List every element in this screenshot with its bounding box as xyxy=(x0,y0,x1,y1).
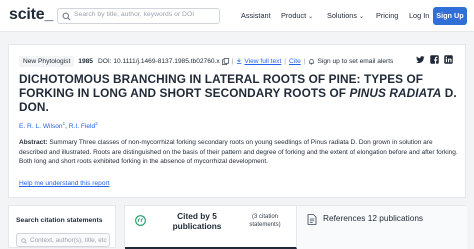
nav-product-label: Product xyxy=(281,11,307,20)
doi: DOI: 10.1111/j.1469-8137.1985.tb02760.x xyxy=(97,57,220,65)
scite-logo[interactable]: scite_ xyxy=(9,6,53,24)
abstract: Abstract: Summary Three classes of non‐m… xyxy=(19,138,459,167)
nav-solutions[interactable]: Solutions ⌄ xyxy=(327,11,364,20)
view-full-text-link[interactable]: View full text xyxy=(244,58,281,65)
nav-product[interactable]: Product ⌄ xyxy=(281,11,313,20)
bell-icon xyxy=(309,58,315,64)
citation-search-panel: Search citation statements Context, auth… xyxy=(8,205,116,248)
nav-login[interactable]: Log In xyxy=(409,11,429,20)
journal-name[interactable]: New Phytologist xyxy=(19,55,75,67)
citation-statements-count: (3 citation statements) xyxy=(249,214,281,228)
cited-by-count: Cited by 5 publications xyxy=(172,211,222,231)
paper-meta-row: New Phytologist 1985 DOI: 10.1111/j.1469… xyxy=(19,55,393,67)
signup-button[interactable]: Sign Up xyxy=(433,7,467,25)
references-count: References 12 publications xyxy=(323,213,424,223)
download-icon xyxy=(237,58,242,64)
paper-card: New Phytologist 1985 DOI: 10.1111/j.1469… xyxy=(8,44,466,198)
nav-solutions-label: Solutions xyxy=(327,11,358,20)
chevron-down-icon: ⌄ xyxy=(359,14,365,20)
linkedin-icon[interactable] xyxy=(444,55,453,64)
search-icon xyxy=(21,237,27,244)
citation-icon xyxy=(135,215,146,226)
nav-assistant[interactable]: Assistant xyxy=(241,11,271,20)
author-link[interactable]: E. R. L. Wilson xyxy=(19,123,63,130)
paper-title-species: PINUS RADIATA xyxy=(349,86,442,100)
citation-search-title: Search citation statements xyxy=(16,217,103,224)
abstract-label: Abstract: xyxy=(19,139,48,146)
abstract-text: Summary Three classes of non‐mycorrhizal… xyxy=(19,139,458,165)
divider: | xyxy=(231,57,234,65)
tab-cited-by[interactable]: Cited by 5 publications (3 citation stat… xyxy=(125,206,297,249)
divider: | xyxy=(303,57,306,65)
paper-title: DICHOTOMOUS BRANCHING IN LATERAL ROOTS O… xyxy=(19,72,459,114)
author-link[interactable]: R.I. Field xyxy=(69,123,95,130)
citation-search-input[interactable]: Context, author(s), title, etc xyxy=(16,233,110,247)
tab-references[interactable]: References 12 publications xyxy=(297,206,467,249)
facebook-icon[interactable] xyxy=(430,55,439,64)
citation-tabs: Cited by 5 publications (3 citation stat… xyxy=(124,205,467,249)
twitter-icon[interactable] xyxy=(416,55,425,64)
search-box[interactable]: Search by title, author, keywords or DOI xyxy=(57,8,220,24)
email-alerts-link[interactable]: Sign up to set email alerts xyxy=(317,58,393,65)
chevron-down-icon: ⌄ xyxy=(308,14,314,20)
document-icon xyxy=(307,214,317,225)
cite-link[interactable]: Cite xyxy=(289,58,301,65)
author-list: E. R. L. Wilson1, R.I. Field2 xyxy=(19,121,98,130)
copy-icon[interactable] xyxy=(221,57,229,65)
help-understand-link[interactable]: Help me understand this report xyxy=(19,180,110,187)
divider: | xyxy=(284,57,287,65)
nav-pricing[interactable]: Pricing xyxy=(376,11,398,20)
search-icon xyxy=(62,12,71,21)
top-navigation-bar: scite_ Search by title, author, keywords… xyxy=(0,0,474,32)
citation-search-placeholder: Context, author(s), title, etc xyxy=(30,237,107,244)
search-input[interactable]: Search by title, author, keywords or DOI xyxy=(74,11,194,18)
author-affiliation-marker: 2 xyxy=(95,121,98,126)
publication-year: 1985 xyxy=(78,57,93,65)
